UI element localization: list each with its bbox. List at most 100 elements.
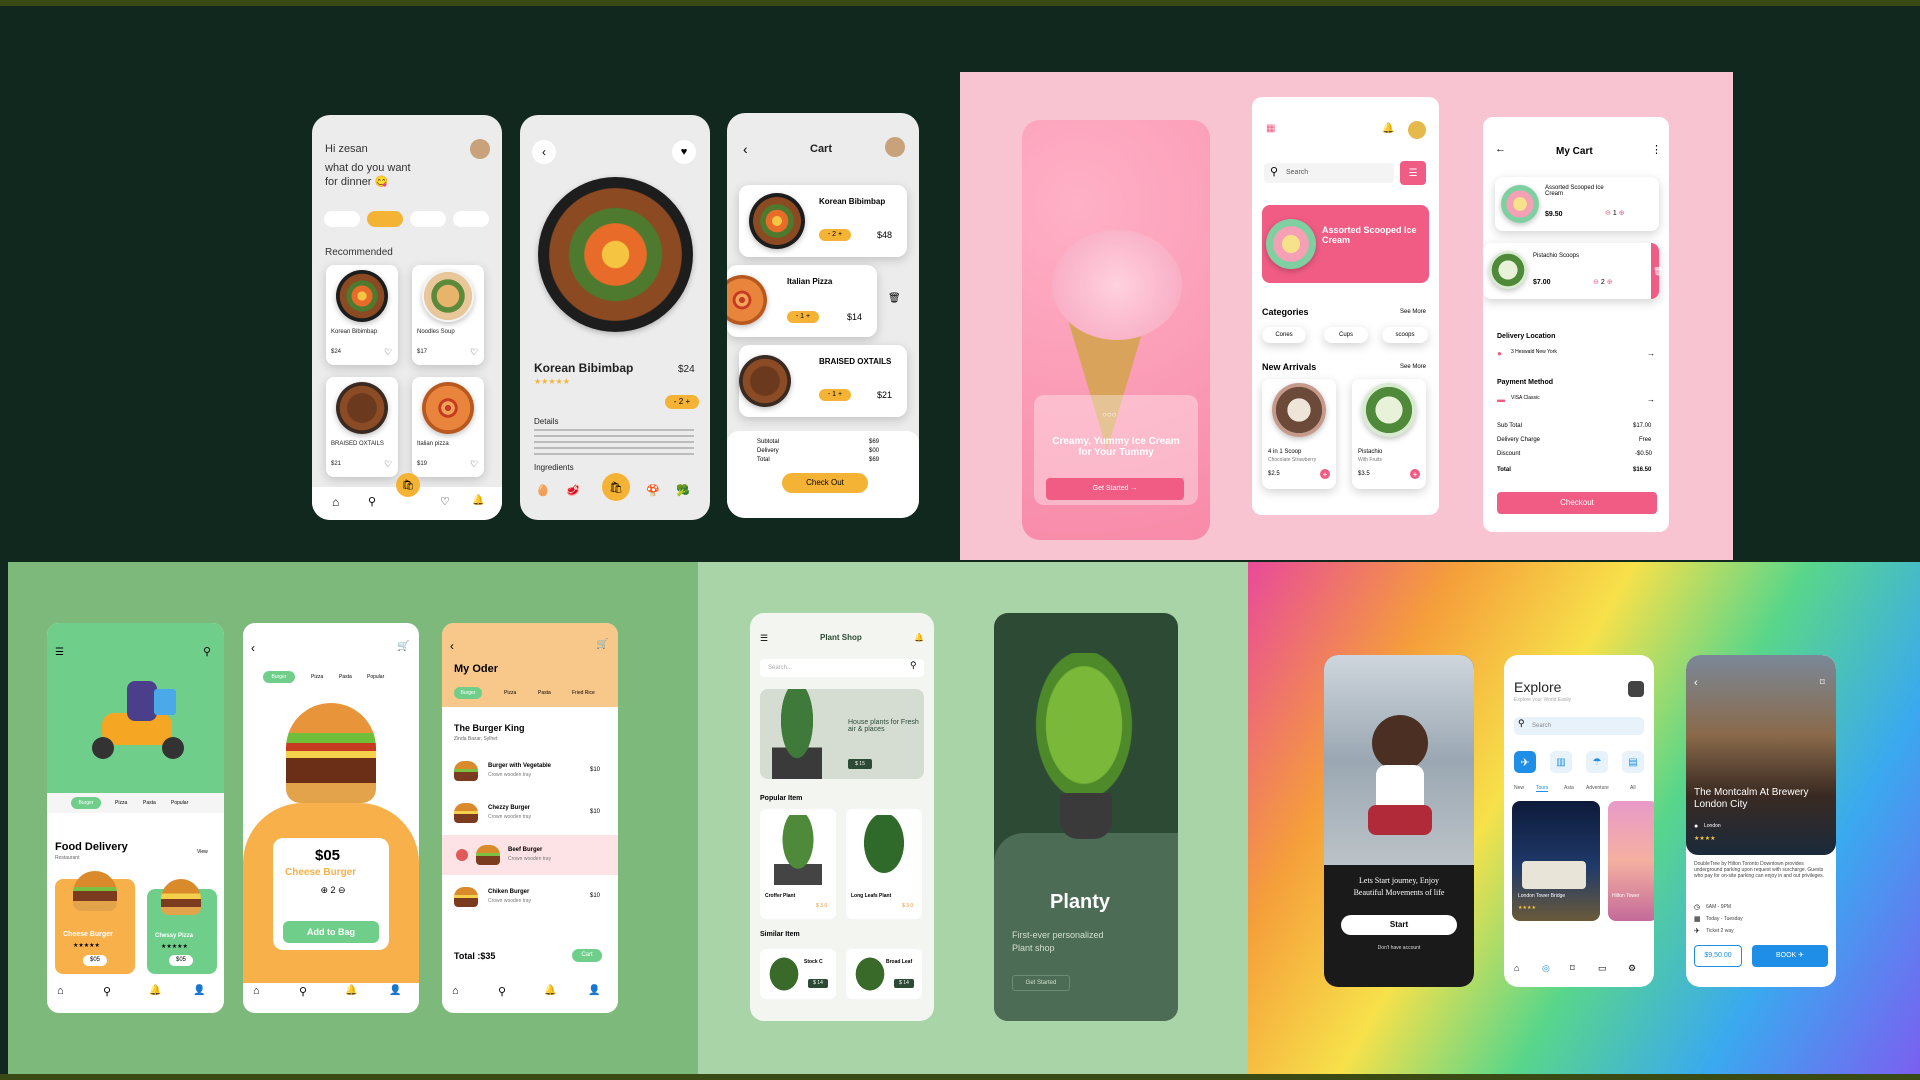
plane-category-icon[interactable]: ✈ (1514, 751, 1536, 773)
search-icon[interactable]: ⚲ (368, 495, 376, 508)
search-icon[interactable]: ⚲ (203, 645, 211, 658)
menu-icon[interactable]: ☰ (760, 633, 768, 644)
avatar[interactable] (885, 137, 905, 157)
heart-icon[interactable]: ♡ (384, 459, 392, 470)
category-chip-pizza[interactable] (367, 211, 403, 227)
quantity-stepper[interactable]: ⊖ 1 ⊕ (1605, 209, 1653, 221)
plant-card[interactable]: Broad Leaf $ 14 (846, 949, 922, 999)
train-category-icon[interactable]: ▤ (1622, 751, 1644, 773)
arrival-card[interactable]: 4 in 1 Scoop Chocolate Strawberry $2.5 + (1262, 379, 1336, 489)
tab-burger[interactable]: Burger (71, 797, 101, 809)
chat-icon[interactable]: ▭ (1598, 963, 1607, 974)
cart-item[interactable]: Italian Pizza - 1 + $14 (727, 265, 877, 337)
profile-icon[interactable]: 👤 (588, 985, 600, 996)
profile-icon[interactable]: 👤 (193, 985, 205, 996)
trash-icon[interactable]: 🗑 (888, 293, 901, 304)
get-started-button[interactable]: Get Started → (1046, 478, 1184, 500)
cart-icon[interactable]: 🛒 (596, 639, 608, 650)
tab-pizza[interactable]: Pizza (311, 674, 323, 680)
bell-icon[interactable]: 🔔 (544, 985, 556, 996)
back-icon[interactable]: ‹ (450, 639, 454, 653)
checkout-button[interactable]: Check Out (782, 473, 868, 493)
search-icon[interactable]: ⚲ (498, 985, 506, 998)
quantity-stepper[interactable]: ⊕ 2 ⊖ (303, 885, 363, 899)
bell-icon[interactable]: 🔔 (472, 495, 484, 506)
profile-icon[interactable]: 👤 (389, 985, 401, 996)
category-chip-cups[interactable]: Cups (1324, 327, 1368, 343)
tour-card[interactable]: Hilton Tower (1608, 801, 1654, 921)
quantity-stepper[interactable]: - 1 + (819, 389, 851, 401)
tab-adventure[interactable]: Adventure (1586, 785, 1609, 791)
search-input[interactable]: Search... (760, 659, 924, 677)
bag-icon[interactable]: 🛍 (396, 473, 420, 497)
trash-icon[interactable]: 🗑 (1653, 267, 1663, 276)
search-icon[interactable]: ⚲ (103, 985, 111, 998)
filter-button[interactable]: ☰ (1400, 161, 1426, 185)
bell-icon[interactable]: 🔔 (1382, 123, 1394, 134)
tab-fried-rice[interactable]: Fried Rice (572, 690, 595, 696)
start-button[interactable]: Start (1341, 915, 1457, 935)
hotel-category-icon[interactable]: ▥ (1550, 751, 1572, 773)
tab-popular[interactable]: Popular (171, 800, 188, 806)
category-chip-drink[interactable] (453, 211, 489, 227)
plant-card[interactable]: Croffer Plant $ 3.0 (760, 809, 836, 919)
back-icon[interactable]: ‹ (251, 641, 255, 655)
beach-category-icon[interactable]: ☂ (1586, 751, 1608, 773)
add-to-bag-button[interactable]: Add to Bag (283, 921, 379, 943)
quantity-stepper[interactable]: - 2 + (819, 229, 851, 241)
arrow-right-icon[interactable]: → (1647, 395, 1655, 404)
avatar[interactable] (1408, 121, 1426, 139)
order-row[interactable]: Chezzy Burger Crown wooden tray $10 (442, 793, 618, 833)
arrow-right-icon[interactable]: → (1647, 349, 1655, 358)
home-icon[interactable]: ⌂ (452, 985, 459, 997)
tab-burger[interactable]: Burger (454, 687, 482, 699)
plant-card[interactable]: Long Leafs Plant $ 3.0 (846, 809, 922, 919)
tab-pizza[interactable]: Pizza (504, 690, 516, 696)
cart-icon[interactable]: 🛒 (397, 641, 409, 652)
promo-banner[interactable]: Assorted Scooped Ice Cream (1262, 205, 1429, 283)
avatar[interactable] (1628, 681, 1644, 697)
get-started-button[interactable]: Get Started (1012, 975, 1070, 991)
category-chip-salad[interactable] (410, 211, 446, 227)
home-icon[interactable]: ⌂ (332, 495, 339, 509)
bell-icon[interactable]: 🔔 (345, 985, 357, 996)
quantity-stepper[interactable]: - 2 + (665, 395, 699, 409)
bell-icon[interactable]: 🔔 (149, 985, 161, 996)
cart-button[interactable]: Cart (572, 949, 602, 962)
recommended-card[interactable]: BRAISED OXTAILS $21 ♡ (326, 377, 398, 477)
menu-icon[interactable]: ☰ (55, 647, 64, 658)
back-icon[interactable]: ‹ (1694, 677, 1698, 689)
remove-icon[interactable] (456, 849, 468, 861)
tab-pasta[interactable]: Pasta (339, 674, 352, 680)
back-icon[interactable]: ← (1495, 143, 1506, 155)
search-input[interactable]: Search (1514, 717, 1644, 735)
plant-card[interactable]: Stock C $ 14 (760, 949, 836, 999)
signup-link[interactable]: Don't have account (1324, 945, 1474, 951)
recommended-card[interactable]: Noodles Soup $17 ♡ (412, 265, 484, 365)
cart-item[interactable]: Korean Bibimbap - 2 + $48 (739, 185, 907, 257)
back-icon[interactable]: ‹ (532, 140, 556, 164)
heart-icon[interactable]: ♡ (470, 347, 478, 358)
add-icon[interactable]: + (1320, 469, 1330, 479)
quantity-stepper[interactable]: - 1 + (787, 311, 819, 323)
order-row[interactable]: Chiken Burger Crown wooden tray $10 (442, 877, 618, 917)
grid-icon[interactable]: ▦ (1266, 123, 1275, 134)
tab-all[interactable]: All (1630, 785, 1636, 791)
search-input[interactable]: Search (1264, 163, 1394, 183)
recommended-card[interactable]: Korean Bibimbap $24 ♡ (326, 265, 398, 365)
promo-banner[interactable]: House plants for Fresh air & places $ 15 (760, 689, 924, 779)
tab-new[interactable]: New (1514, 785, 1524, 791)
see-more-link[interactable]: See More (1400, 309, 1426, 315)
home-icon[interactable]: ⌂ (253, 985, 260, 997)
category-chip-cones[interactable]: Cones (1262, 327, 1306, 343)
recommended-card[interactable]: Italian pizza $19 ♡ (412, 377, 484, 477)
quantity-stepper[interactable]: ⊖ 2 ⊕ (1593, 278, 1641, 290)
tab-asia[interactable]: Asia (1564, 785, 1574, 791)
cart-item[interactable]: Pistachio Scoops $7.00 ⊖ 2 ⊕ (1483, 243, 1659, 299)
tab-pizza[interactable]: Pizza (115, 800, 127, 806)
see-more-link[interactable]: See More (1400, 364, 1426, 370)
order-row[interactable]: Burger with Vegetable Crown wooden tray … (442, 751, 618, 791)
bookmark-icon[interactable]: ⌑ (1820, 677, 1825, 688)
bookmark-icon[interactable]: ⌑ (1570, 963, 1575, 974)
category-chip-burger[interactable] (324, 211, 360, 227)
